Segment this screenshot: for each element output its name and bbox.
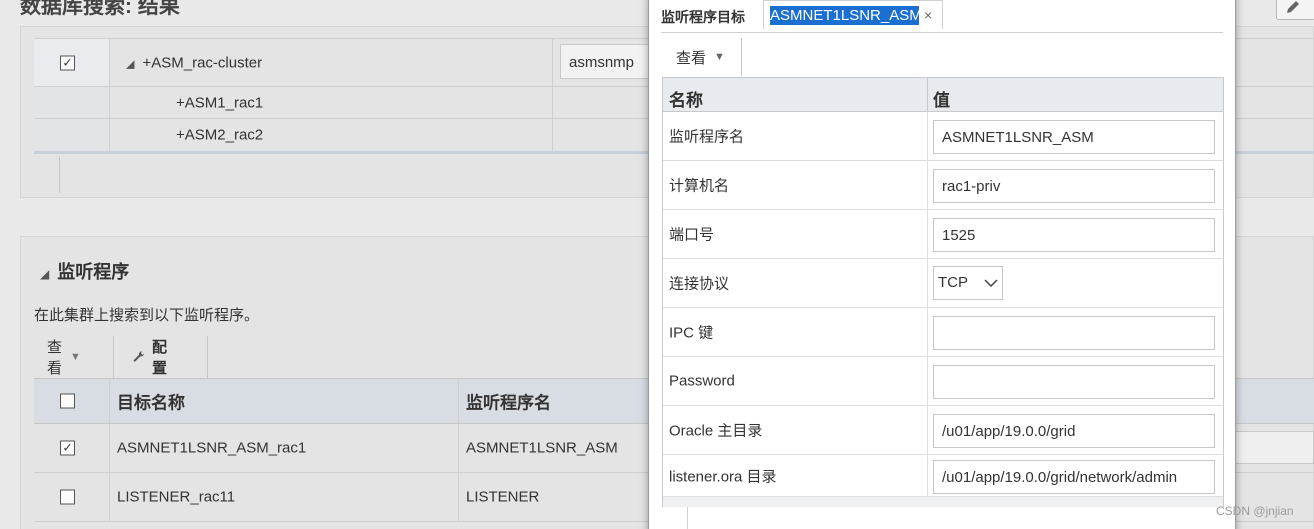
column-header-value[interactable]: 值: [933, 86, 950, 111]
column-header-name[interactable]: 名称: [669, 86, 703, 111]
select-all-checkbox[interactable]: [60, 393, 75, 409]
column-header-target[interactable]: 目标名称: [117, 389, 185, 414]
section-title[interactable]: ◢ 监听程序: [40, 258, 129, 284]
listener-name: ASMNET1LSNR_ASM: [466, 439, 618, 457]
table-header: 名称 值: [663, 78, 1223, 112]
property-name: Oracle 主目录: [669, 422, 763, 440]
table-row: IPC 键: [663, 308, 1223, 357]
port-input[interactable]: 1525: [933, 218, 1215, 252]
tab-label: 监听程序目标: [661, 9, 745, 25]
table-row: listener.ora 目录 /u01/app/19.0.0/grid/net…: [663, 455, 1223, 497]
page-title: 数据库搜索: 结果: [20, 0, 180, 18]
listener-name: LISTENER: [466, 488, 540, 506]
row-checkbox[interactable]: ✓: [60, 440, 75, 456]
properties-table: 名称 值 监听程序名 ASMNET1LSNR_ASM 计算机名 rac1-pri…: [662, 77, 1224, 507]
machine-name-input[interactable]: rac1-priv: [933, 169, 1215, 203]
listener-ora-dir-input[interactable]: /u01/app/19.0.0/grid/network/admin: [933, 460, 1215, 494]
view-menu-button[interactable]: 查看 ▼: [662, 38, 742, 76]
horizontal-scrollbar[interactable]: [663, 497, 1223, 507]
ipc-key-input[interactable]: [933, 316, 1215, 350]
property-name: 监听程序名: [669, 128, 745, 146]
target-name: LISTENER_rac11: [117, 488, 236, 506]
collapse-triangle-icon[interactable]: ◢: [40, 267, 49, 281]
table-row: 计算机名 rac1-priv: [663, 161, 1223, 210]
tab-chip-text: ASMNET1LSNR_ASM: [770, 6, 919, 25]
pencil-icon: [1287, 1, 1299, 13]
table-row: 连接协议 TCP: [663, 259, 1223, 308]
row-checkbox[interactable]: [60, 489, 75, 505]
property-name: 端口号: [669, 226, 715, 244]
table-cell-input[interactable]: [1234, 431, 1314, 464]
target-name: ASMNET1LSNR_ASM_rac1: [117, 439, 307, 457]
table-row: 端口号 1525: [663, 210, 1223, 259]
table-row: Password: [663, 357, 1223, 406]
property-name: 计算机名: [669, 177, 730, 195]
property-name: IPC 键: [669, 324, 714, 342]
edit-button[interactable]: [1276, 0, 1314, 20]
table-row: 监听程序名 ASMNET1LSNR_ASM: [663, 112, 1223, 161]
oracle-home-input[interactable]: /u01/app/19.0.0/grid: [933, 414, 1215, 448]
password-input[interactable]: [933, 365, 1215, 399]
listener-target-dialog: 监听程序目标 ASMNET1LSNR_ASM × 查看 ▼ 名称 值 监听程序名…: [648, 0, 1236, 529]
listener-name-input[interactable]: ASMNET1LSNR_ASM: [933, 120, 1215, 154]
property-name: Password: [669, 372, 735, 390]
row-checkbox[interactable]: ✓: [60, 55, 75, 70]
protocol-select[interactable]: TCP: [933, 266, 1003, 300]
column-header-listener[interactable]: 监听程序名: [466, 389, 551, 414]
close-icon[interactable]: ×: [924, 7, 932, 23]
property-name: 连接协议: [669, 275, 730, 293]
instance-name: +ASM2_rac2: [176, 126, 264, 144]
view-menu-button[interactable]: 查看 ▼: [47, 336, 81, 378]
property-name: listener.ora 目录: [669, 468, 777, 485]
dialog-tab-bar: 监听程序目标 ASMNET1LSNR_ASM ×: [661, 0, 1223, 33]
watermark: CSDN @jnjian: [1216, 504, 1294, 518]
configure-button[interactable]: 配置: [132, 336, 173, 378]
section-description: 在此集群上搜索到以下监听程序。: [34, 307, 260, 324]
caret-down-icon: ▼: [70, 351, 81, 363]
table-row: Oracle 主目录 /u01/app/19.0.0/grid: [663, 406, 1223, 455]
chevron-down-icon: [984, 279, 998, 287]
expand-triangle-icon[interactable]: ◢: [126, 58, 134, 70]
caret-down-icon: ▼: [714, 51, 725, 63]
instance-name: +ASM1_rac1: [176, 94, 264, 111]
tab-listener-target[interactable]: ASMNET1LSNR_ASM ×: [763, 0, 943, 29]
cluster-name: +ASM_rac-cluster: [142, 54, 263, 71]
wrench-icon: [133, 351, 144, 362]
dialog-toolbar: 查看 ▼: [662, 38, 1224, 76]
